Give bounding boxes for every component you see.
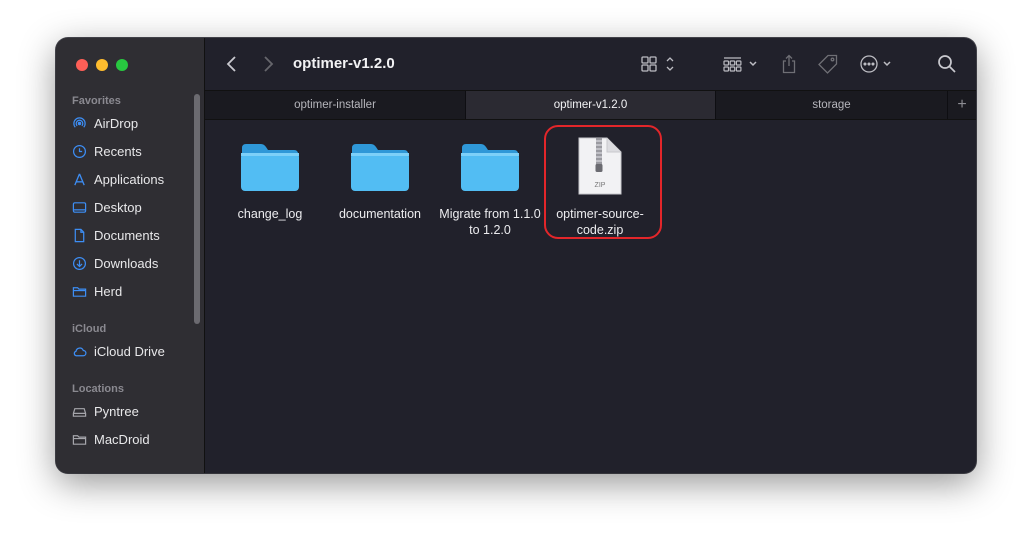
tab-optimer-installer[interactable]: optimer-installer: [205, 91, 465, 119]
plus-icon: +: [957, 96, 967, 113]
sidebar-item-label: Applications: [94, 171, 165, 187]
sidebar-heading-favorites: Favorites: [72, 95, 121, 107]
clock-icon: [72, 144, 87, 158]
chevron-left-icon: [226, 56, 236, 72]
sidebar-scrollbar[interactable]: [194, 94, 200, 324]
toolbar: optimer-v1.2.0: [205, 38, 976, 90]
document-icon: [74, 228, 85, 242]
window-controls: [76, 59, 128, 71]
more-actions-button[interactable]: [859, 54, 895, 74]
tag-icon: [818, 54, 838, 74]
drive-icon: [72, 407, 87, 417]
file-name: Migrate from 1.1.0 to 1.2.0: [439, 207, 541, 237]
file-item-migrate[interactable]: Migrate from 1.1.0 to 1.2.0: [435, 136, 545, 238]
sidebar-item-label: MacDroid: [94, 431, 150, 447]
chevron-right-icon: [264, 56, 274, 72]
minimize-button[interactable]: [96, 59, 108, 71]
tab-storage[interactable]: storage: [716, 91, 947, 119]
finder-window: Favorites AirDrop Recents Applications D…: [56, 38, 976, 473]
grid-view-icon: [641, 56, 674, 72]
sidebar-item-label: Downloads: [94, 255, 159, 271]
cloud-icon: [73, 346, 87, 356]
sidebar-item-airdrop[interactable]: AirDrop: [72, 112, 192, 134]
sidebar-heading-locations: Locations: [72, 383, 124, 395]
sidebar-item-icloud-drive[interactable]: iCloud Drive: [72, 340, 192, 362]
group-icon: [723, 57, 757, 72]
sidebar-item-label: Recents: [94, 143, 142, 159]
folder-icon: [348, 136, 412, 196]
airdrop-icon: [73, 116, 86, 128]
back-button[interactable]: [225, 54, 239, 74]
tab-optimer-v1-2-0[interactable]: optimer-v1.2.0: [466, 91, 715, 119]
desktop-icon: [72, 201, 87, 213]
zoom-button[interactable]: [116, 59, 128, 71]
tab-label: optimer-v1.2.0: [553, 99, 628, 111]
sidebar-item-recents[interactable]: Recents: [72, 140, 192, 162]
file-item-change-log[interactable]: change_log: [215, 136, 325, 222]
sidebar-item-label: Herd: [94, 283, 123, 299]
tags-button[interactable]: [817, 54, 839, 74]
ellipsis-circle-icon: [860, 55, 891, 73]
sidebar-item-pyntree[interactable]: Pyntree: [72, 400, 192, 422]
tab-bar: optimer-installer optimer-v1.2.0 storage…: [205, 90, 976, 120]
sidebar-heading-icloud: iCloud: [72, 323, 107, 335]
folder-icon: [72, 434, 87, 445]
sidebar-item-macdroid[interactable]: MacDroid: [72, 428, 192, 450]
file-name: change_log: [237, 207, 303, 221]
sidebar-item-herd[interactable]: Herd: [72, 280, 192, 302]
tab-label: storage: [812, 99, 851, 111]
sidebar-item-label: Documents: [94, 227, 160, 243]
folder-icon: [458, 136, 522, 196]
sidebar-item-documents[interactable]: Documents: [72, 224, 192, 246]
share-button[interactable]: [781, 54, 797, 74]
applications-icon: [74, 173, 85, 185]
file-item-documentation[interactable]: documentation: [325, 136, 435, 222]
folder-icon: [72, 286, 87, 297]
group-by-button[interactable]: [723, 54, 761, 74]
view-mode-button[interactable]: [641, 54, 675, 74]
file-name: documentation: [338, 207, 421, 221]
new-tab-button[interactable]: +: [948, 91, 976, 119]
sidebar-item-label: Pyntree: [94, 403, 139, 419]
window-title: optimer-v1.2.0: [293, 55, 395, 72]
search-button[interactable]: [937, 54, 957, 74]
sidebar-item-downloads[interactable]: Downloads: [72, 252, 192, 274]
sidebar-item-applications[interactable]: Applications: [72, 168, 192, 190]
sidebar: Favorites AirDrop Recents Applications D…: [56, 38, 205, 473]
download-icon: [72, 256, 87, 270]
search-icon: [938, 55, 956, 73]
sidebar-item-label: AirDrop: [94, 115, 139, 131]
close-button[interactable]: [76, 59, 88, 71]
tab-label: optimer-installer: [294, 99, 376, 111]
folder-icon: [238, 136, 302, 196]
share-icon: [782, 54, 796, 74]
sidebar-item-label: iCloud Drive: [94, 343, 165, 359]
selection-highlight: [544, 125, 662, 239]
sidebar-item-desktop[interactable]: Desktop: [72, 196, 192, 218]
sidebar-item-label: Desktop: [94, 199, 142, 215]
forward-button[interactable]: [261, 54, 275, 74]
